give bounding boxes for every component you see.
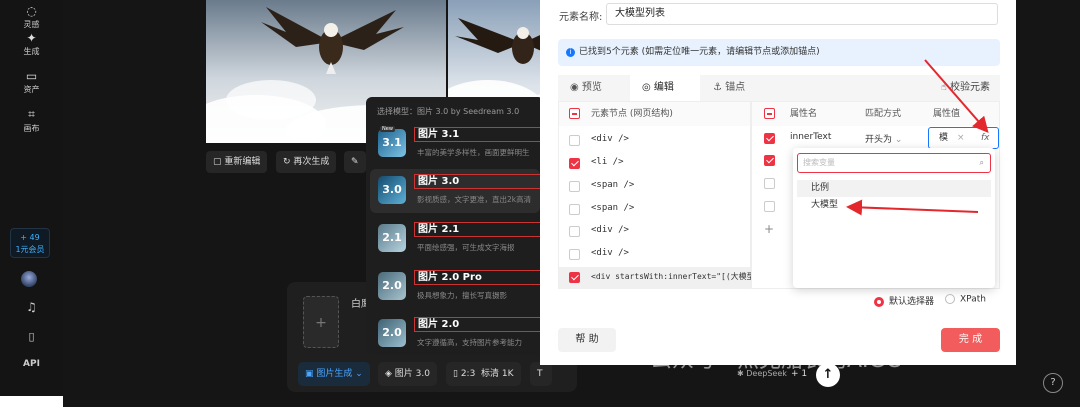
- plus-icon: +: [315, 315, 327, 331]
- text-tool-button[interactable]: T: [530, 362, 552, 386]
- regenerate-button[interactable]: ↻ 再次生成: [276, 151, 337, 173]
- node-checkbox[interactable]: [569, 226, 580, 237]
- sidebar-item-canvas[interactable]: ⌗ 画布: [0, 107, 63, 134]
- radio-xpath[interactable]: XPath: [945, 294, 986, 305]
- node-row[interactable]: <div />: [559, 221, 750, 243]
- brush-icon: ✎: [351, 157, 359, 167]
- node-row[interactable]: <div />: [559, 130, 750, 152]
- sidebar-item-inspiration[interactable]: ◌ 灵感: [0, 4, 63, 30]
- arrow-to-option: [846, 199, 979, 216]
- pin-icon: ◎: [642, 82, 654, 93]
- chevron-down-icon: ⌄: [352, 369, 363, 379]
- bulb-icon: ◌: [26, 4, 37, 18]
- node-checkbox[interactable]: [569, 135, 580, 146]
- model-thumbnail: 2.1: [378, 224, 406, 252]
- tab-edit[interactable]: ◎ 编辑: [630, 75, 700, 101]
- node-checkbox[interactable]: [569, 158, 580, 169]
- sparkle-icon: ✦: [26, 31, 37, 45]
- model-option-2-0[interactable]: 2.0 图片 2.0 文字遵循高，支持图片参考能力: [370, 312, 544, 355]
- edit-icon: ▢: [213, 157, 225, 167]
- more-button[interactable]: ✎: [344, 151, 366, 173]
- attr-name: innerText: [790, 132, 832, 142]
- info-icon: i: [566, 48, 575, 57]
- node-checkbox[interactable]: [569, 249, 580, 260]
- sidebar-item-generate[interactable]: ✦ 生成: [0, 31, 63, 57]
- node-row[interactable]: <div />: [559, 244, 750, 266]
- attr-checkbox[interactable]: [764, 178, 775, 189]
- ratio-select[interactable]: ▯ 2:3 标清 1K: [446, 362, 521, 386]
- model-select[interactable]: ◈ 图片 3.0: [378, 362, 437, 386]
- attr-checkbox[interactable]: [764, 201, 775, 212]
- anchor-icon: ⚓: [713, 82, 726, 93]
- node-checkbox[interactable]: [569, 181, 580, 192]
- avatar[interactable]: [21, 271, 37, 287]
- model-thumbnail: 3.1: [378, 129, 406, 157]
- model-desc: 文字遵循高，支持图片参考能力: [417, 338, 522, 347]
- cube-icon: ◈: [385, 369, 395, 379]
- membership-promo[interactable]: + 49 1元会员: [10, 228, 50, 258]
- element-name-label: 元素名称:: [559, 12, 603, 23]
- model-name: 图片 2.1: [414, 222, 544, 237]
- help-button[interactable]: 帮 助: [558, 328, 616, 352]
- element-editor-panel: 元素名称: 大模型列表 i 已找到5个元素 (如需定位唯一元素，请编辑节点或添加锚…: [540, 0, 1016, 365]
- watermark: 公众号 · 杰克船长的AIGC: [650, 348, 901, 373]
- model-name: 图片 3.0: [414, 174, 544, 189]
- help-icon[interactable]: ?: [1043, 373, 1063, 393]
- model-option-2-0-pro[interactable]: 2.0 图片 2.0 Pro 极具想象力，擅长写真摄影: [370, 265, 544, 309]
- node-row[interactable]: <span />: [559, 199, 750, 221]
- node-table-header: 元素节点 (网页结构): [559, 102, 750, 126]
- sidebar-item-assets[interactable]: ▭ 资产: [0, 69, 63, 95]
- model-desc: 平面绘感强，可生成文字海报: [417, 243, 515, 252]
- model-option-3-1[interactable]: 3.1 New 图片 3.1 丰富的美学多样性，画面更鲜明生: [370, 122, 544, 166]
- node-table: 元素节点 (网页结构) <div /> <li /> <span /> <spa…: [558, 101, 751, 289]
- eye-icon: ◉: [570, 82, 582, 93]
- phone-icon[interactable]: ▯: [0, 330, 63, 343]
- image-icon: ▣: [305, 369, 317, 379]
- api-link[interactable]: API: [0, 359, 63, 369]
- model-desc: 极具想象力，擅长写真摄影: [417, 291, 507, 300]
- model-option-3-0[interactable]: 3.0 图片 3.0 影视质感，文字更准，直出2k高清: [370, 169, 544, 213]
- tab-anchor[interactable]: ⚓ 锚点: [713, 75, 773, 101]
- model-desc: 影视质感，文字更准，直出2k高清: [417, 195, 532, 204]
- element-name-input[interactable]: 大模型列表: [606, 3, 998, 25]
- add-attribute-button[interactable]: +: [764, 222, 774, 236]
- node-row[interactable]: <li />: [559, 153, 750, 175]
- ratio-icon: ▯: [453, 369, 461, 379]
- annotation-arrows: [846, 59, 989, 216]
- mode-select[interactable]: ▣ 图片生成 ⌄: [298, 362, 370, 386]
- reedit-button[interactable]: ▢ 重新编辑: [206, 151, 268, 173]
- upload-reference-button[interactable]: +: [303, 296, 339, 348]
- model-popup-header: 选择模型：图片 3.0 by Seedream 3.0: [377, 107, 520, 116]
- tab-preview[interactable]: ◉ 预览: [570, 75, 630, 101]
- model-thumbnail: 3.0: [378, 176, 406, 204]
- node-checkbox[interactable]: [569, 272, 580, 283]
- model-select-popup: 选择模型：图片 3.0 by Seedream 3.0 3.1 New 图片 3…: [366, 97, 544, 355]
- attr-checkbox[interactable]: [764, 133, 775, 144]
- model-desc: 丰富的美学多样性，画面更鲜明生: [417, 148, 530, 157]
- refresh-icon: ↻: [283, 157, 294, 167]
- node-row[interactable]: <span />: [559, 176, 750, 198]
- done-button[interactable]: 完 成: [941, 328, 1000, 352]
- model-name: 图片 2.0: [414, 317, 544, 332]
- model-option-2-1[interactable]: 2.1 图片 2.1 平面绘感强，可生成文字海报: [370, 217, 544, 261]
- canvas-icon: ⌗: [28, 107, 35, 121]
- attr-checkbox[interactable]: [764, 155, 775, 166]
- eagle-image: [261, 7, 404, 74]
- node-checkbox[interactable]: [569, 204, 580, 215]
- select-all-checkbox[interactable]: [569, 108, 580, 119]
- left-nav: ◌ 灵感 ✦ 生成 ▭ 资产 ⌗ 画布 + 49 1元会员 ♫ ▯ API: [0, 0, 63, 407]
- arrow-to-fx: [924, 59, 989, 134]
- bell-icon[interactable]: ♫: [0, 300, 63, 314]
- folder-icon: ▭: [25, 69, 38, 83]
- model-thumbnail: 2.0: [378, 272, 406, 300]
- new-badge: New: [380, 126, 395, 132]
- model-thumbnail: 2.0: [378, 319, 406, 347]
- model-name: 图片 3.1: [414, 127, 544, 142]
- node-row-selected[interactable]: <div startsWith:innerText="[(大模型)]" ...: [559, 267, 751, 289]
- radio-default-selector[interactable]: 默认选择器: [874, 294, 934, 307]
- model-name: 图片 2.0 Pro: [414, 270, 544, 285]
- select-all-attrs-checkbox[interactable]: [764, 108, 775, 119]
